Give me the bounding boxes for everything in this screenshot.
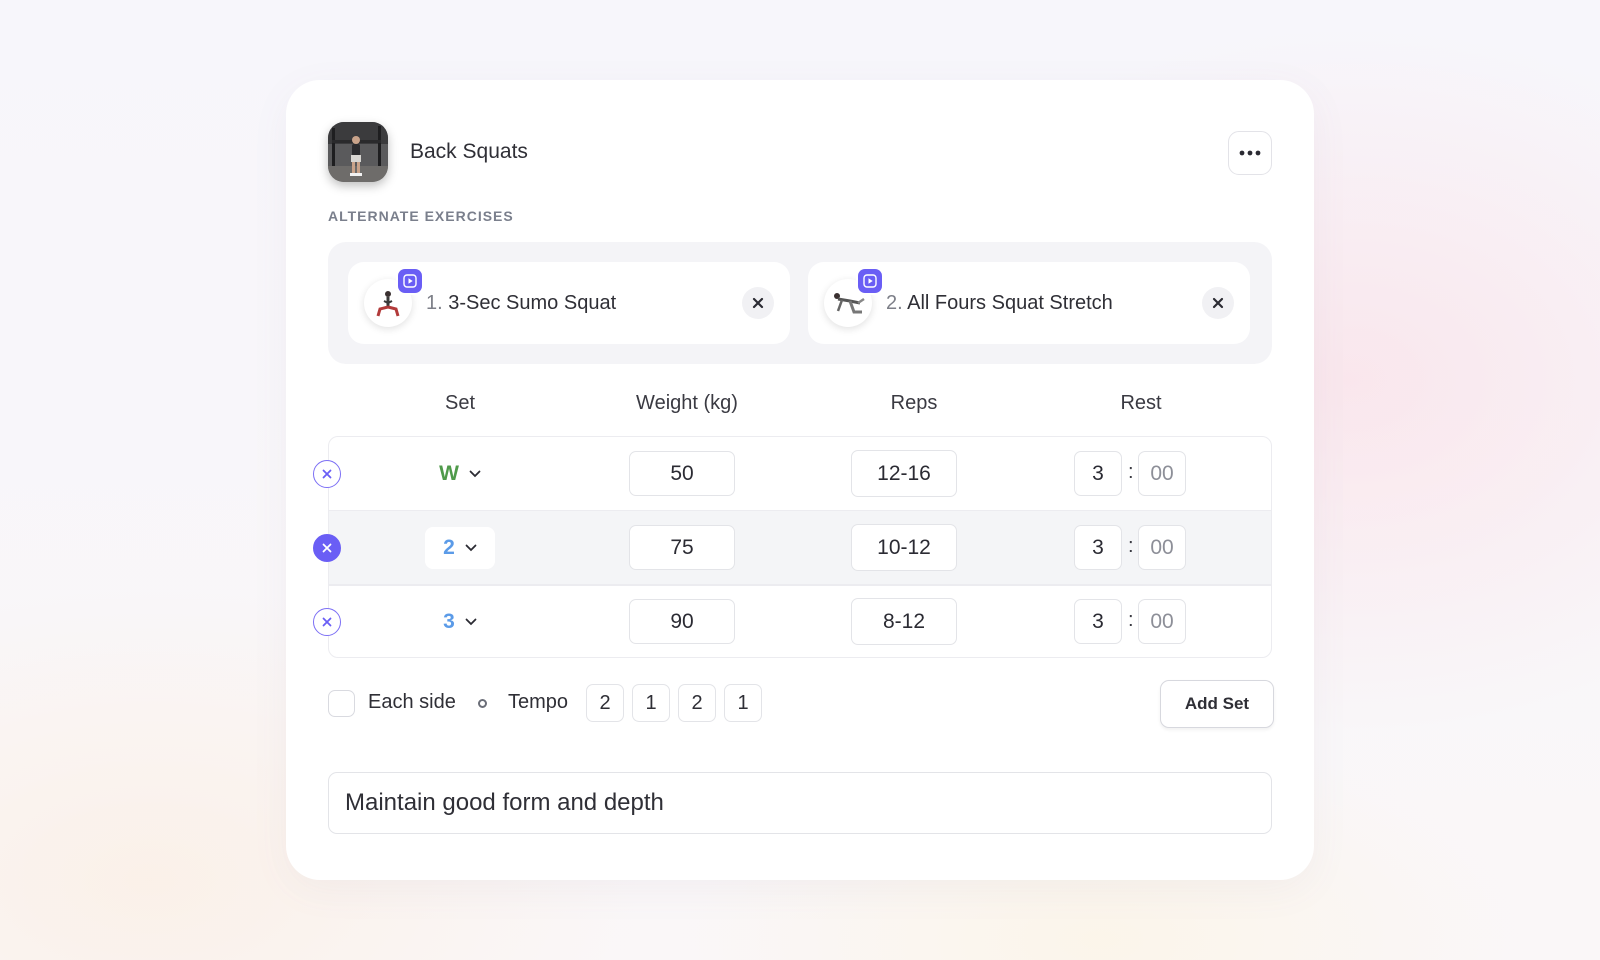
set-type-dropdown[interactable]: 2: [425, 527, 495, 569]
set-type-value: 3: [443, 610, 455, 633]
rest-minutes-input[interactable]: 3: [1074, 451, 1122, 496]
table-row: W 50 12-16 3 : 00: [313, 437, 1271, 511]
delete-set-button[interactable]: [313, 608, 341, 636]
add-set-button[interactable]: Add Set: [1160, 680, 1274, 728]
alternate-exercise-1[interactable]: 1. 3-Sec Sumo Squat: [348, 262, 790, 344]
weight-input[interactable]: 90: [629, 599, 735, 644]
column-header-weight: Weight (kg): [636, 392, 738, 414]
exercise-card: Back Squats ALTERNATE EXERCISES 1. 3-Sec…: [286, 80, 1314, 880]
separator-dot: [478, 699, 487, 708]
alternate-exercise-2[interactable]: 2. All Fours Squat Stretch: [808, 262, 1250, 344]
play-icon: [403, 274, 417, 288]
tempo-input-3[interactable]: 2: [678, 684, 716, 722]
play-video-button[interactable]: [858, 269, 882, 293]
close-icon: [1212, 297, 1224, 309]
remove-alternate-button[interactable]: [1202, 287, 1234, 319]
delete-set-button[interactable]: [313, 534, 341, 562]
time-separator: :: [1128, 609, 1134, 631]
more-horizontal-icon: [1239, 150, 1261, 156]
rest-seconds-input[interactable]: 00: [1138, 599, 1186, 644]
exercise-header: Back Squats: [328, 122, 1272, 182]
tempo-input-1[interactable]: 2: [586, 684, 624, 722]
weight-input[interactable]: 75: [629, 525, 735, 570]
tempo-input-2[interactable]: 1: [632, 684, 670, 722]
sets-table: W 50 12-16 3 : 00 2 75 10-12 3: 00 3 90…: [313, 436, 1272, 659]
chevron-down-icon: [465, 544, 477, 552]
exercise-title: Back Squats: [410, 140, 528, 163]
close-icon: [752, 297, 764, 309]
rest-seconds-input[interactable]: 00: [1138, 525, 1186, 570]
play-icon: [863, 274, 877, 288]
each-side-label: Each side: [368, 691, 456, 713]
rest-minutes-input[interactable]: 3: [1074, 599, 1122, 644]
notes-field[interactable]: Maintain good form and depth: [328, 772, 1272, 834]
time-separator: :: [1128, 535, 1134, 557]
alternate-exercise-name: 2. All Fours Squat Stretch: [886, 291, 1113, 314]
tempo-input-4[interactable]: 1: [724, 684, 762, 722]
rest-seconds-input[interactable]: 00: [1138, 451, 1186, 496]
set-options-footer: Each side Tempo 2 1 2 1 Add Set: [328, 680, 1274, 728]
set-type-dropdown[interactable]: 3: [425, 601, 495, 643]
close-icon: [322, 543, 332, 553]
table-row: 3 90 8-12 3 : 00: [313, 585, 1271, 659]
alternate-exercises-label: ALTERNATE EXERCISES: [328, 208, 514, 224]
column-header-rest: Rest: [1120, 392, 1162, 414]
exercise-thumbnail[interactable]: [328, 122, 388, 182]
chevron-down-icon: [469, 470, 481, 478]
alternate-exercise-name: 1. 3-Sec Sumo Squat: [426, 291, 617, 314]
set-type-value: 2: [443, 536, 455, 559]
chevron-down-icon: [465, 618, 477, 626]
delete-set-button[interactable]: [313, 460, 341, 488]
reps-input[interactable]: 12-16: [851, 450, 957, 497]
column-header-reps: Reps: [890, 392, 938, 414]
tempo-label: Tempo: [508, 691, 569, 713]
remove-alternate-button[interactable]: [742, 287, 774, 319]
alternate-exercises-list: 1. 3-Sec Sumo Squat 2. All Fours Squat S…: [328, 242, 1272, 364]
each-side-checkbox[interactable]: [328, 690, 355, 717]
set-type-dropdown[interactable]: W: [425, 453, 495, 495]
reps-input[interactable]: 10-12: [851, 524, 957, 571]
play-video-button[interactable]: [398, 269, 422, 293]
table-row: 2 75 10-12 3 : 00: [313, 511, 1271, 585]
weight-input[interactable]: 50: [629, 451, 735, 496]
rest-minutes-input[interactable]: 3: [1074, 525, 1122, 570]
set-type-value: W: [439, 462, 459, 485]
close-icon: [322, 469, 332, 479]
reps-input[interactable]: 8-12: [851, 598, 957, 645]
more-options-button[interactable]: [1228, 131, 1272, 175]
close-icon: [322, 617, 332, 627]
column-header-set: Set: [444, 392, 476, 414]
time-separator: :: [1128, 461, 1134, 483]
